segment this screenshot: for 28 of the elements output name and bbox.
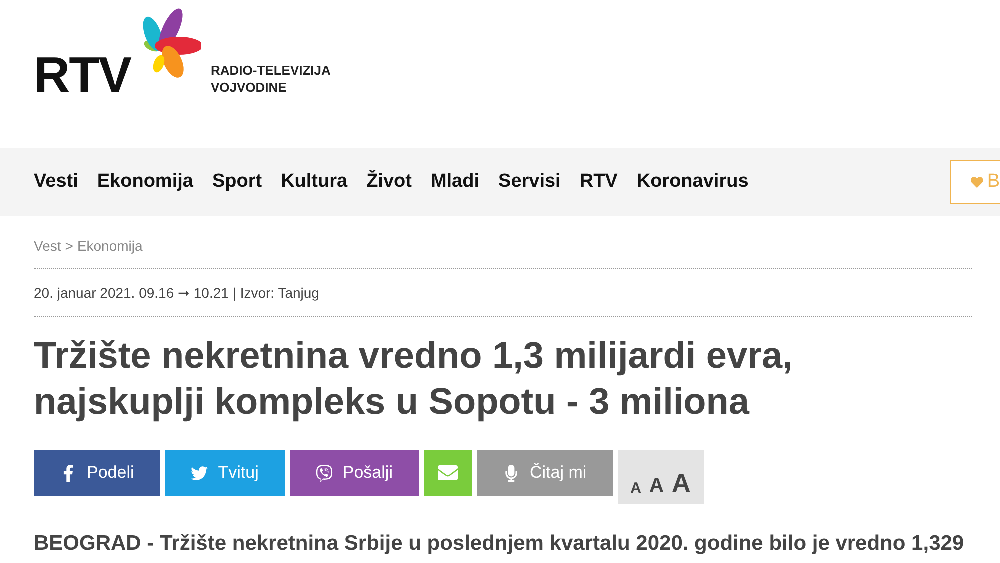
breadcrumb-link[interactable]: Vest [34, 238, 62, 254]
logo-name: RADIO-TELEVIZIJA [211, 62, 331, 79]
nav-link[interactable]: RTV [580, 171, 618, 193]
phone-bubble-icon [316, 464, 333, 482]
breadcrumb-separator: > [65, 238, 74, 254]
font-size-button[interactable]: A [630, 481, 642, 496]
nav-link[interactable]: Servisi [498, 171, 561, 193]
facebook-share-button[interactable]: Podeli [34, 450, 160, 496]
article-lead: BEOGRAD - Tržište nekretnina Srbije u poslednjem kvartalu 2020. godine bilo je vredno 1,329 [34, 532, 966, 556]
font-size-button[interactable]: A [650, 476, 664, 496]
nav-link[interactable]: Vesti [34, 171, 78, 193]
nav-link[interactable]: Mladi [430, 171, 480, 193]
bird-icon [191, 464, 208, 482]
article-meta: 20. januar 2021. 09.16 ➞ 10.21 | Izvor: Tanjug [34, 269, 972, 317]
envelope-icon [438, 463, 458, 483]
font-size-button[interactable]: A [672, 470, 691, 496]
nav-link[interactable]: Ekonomija [97, 171, 194, 193]
nav-link[interactable]: Sport [212, 171, 262, 193]
breadcrumb-link[interactable]: Ekonomija [77, 238, 143, 254]
logo-letters[interactable]: RTV [34, 50, 131, 100]
email-share-button[interactable] [424, 450, 472, 496]
nav-link[interactable]: Život [366, 171, 412, 193]
microphone-icon [502, 464, 520, 482]
nav-link[interactable]: Koronavirus [636, 171, 749, 193]
nav-link[interactable]: Kultura [281, 171, 348, 193]
article-title: Tržište nekretnina vredno 1,3 milijardi evra, najskuplji kompleks u Sopotu - 3 miliona [34, 334, 794, 424]
viber-share-button[interactable]: Pošalji [290, 450, 419, 496]
logo-name: VOJVODINE [211, 79, 288, 96]
